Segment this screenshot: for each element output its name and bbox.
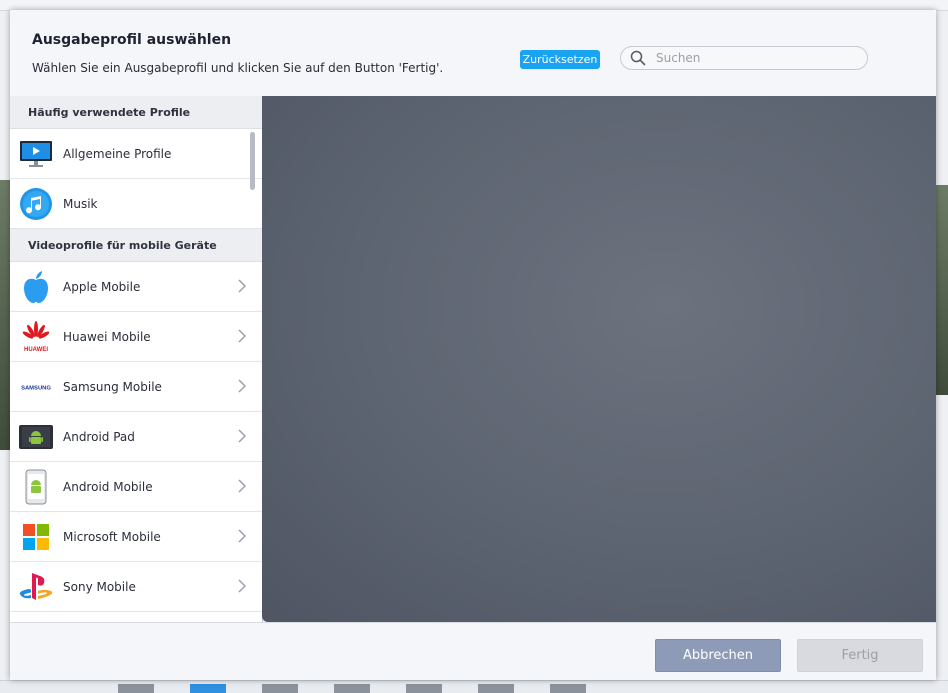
profile-item-huawei[interactable]: HUAWEI Huawei Mobile [10, 312, 262, 362]
profile-item-general[interactable]: Allgemeine Profile [10, 129, 262, 179]
profile-item-music[interactable]: Musik [10, 179, 262, 229]
chevron-right-icon [238, 279, 246, 293]
profile-item-label: Apple Mobile [63, 279, 141, 294]
profile-item-android-mobile[interactable]: Android Mobile [10, 462, 262, 512]
search-icon [630, 50, 646, 66]
cancel-button[interactable]: Abbrechen [655, 639, 781, 672]
microsoft-logo-icon [18, 519, 54, 555]
profile-item-android-pad[interactable]: Android Pad [10, 412, 262, 462]
profile-item-label: Android Pad [63, 429, 135, 444]
profile-list[interactable]: Häufig verwendete Profile Allgemeine Pro… [10, 96, 263, 622]
section-header-mobile: Videoprofile für mobile Geräte [10, 229, 262, 262]
profile-item-samsung[interactable]: SAMSUNG Samsung Mobile [10, 362, 262, 412]
profile-preview-area [262, 96, 936, 622]
music-note-icon [18, 186, 54, 222]
android-pad-icon [18, 419, 54, 455]
profile-item-label: Musik [63, 196, 98, 211]
samsung-logo-icon: SAMSUNG [18, 369, 54, 405]
list-scrollbar[interactable] [250, 132, 255, 190]
dialog-subtitle: Wählen Sie ein Ausgabeprofil und klicken… [32, 61, 444, 75]
dialog-header: Ausgabeprofil auswählen Wählen Sie ein A… [10, 10, 936, 97]
profile-item-label: Sony Mobile [63, 579, 136, 594]
done-button[interactable]: Fertig [797, 639, 923, 672]
section-header-frequent: Häufig verwendete Profile [10, 96, 262, 129]
dialog-title: Ausgabeprofil auswählen [32, 32, 232, 48]
background-thumbnail-right [936, 185, 948, 395]
chevron-right-icon [238, 529, 246, 543]
profile-item-label: Samsung Mobile [63, 379, 162, 394]
monitor-play-icon [18, 136, 54, 172]
background-thumbnail-left [0, 180, 10, 450]
profile-item-label: Microsoft Mobile [63, 529, 161, 544]
profile-item-label: Allgemeine Profile [63, 146, 172, 161]
chevron-right-icon [238, 429, 246, 443]
reset-button[interactable]: Zurücksetzen [520, 50, 600, 69]
search-input[interactable] [654, 50, 858, 66]
playstation-logo-icon [18, 569, 54, 605]
chevron-right-icon [238, 329, 246, 343]
profile-item-label: Huawei Mobile [63, 329, 151, 344]
profile-item-apple[interactable]: Apple Mobile [10, 262, 262, 312]
chevron-right-icon [238, 479, 246, 493]
chevron-right-icon [238, 579, 246, 593]
output-profile-dialog: Ausgabeprofil auswählen Wählen Sie ein A… [10, 10, 936, 680]
svg-text:HUAWEI: HUAWEI [24, 347, 48, 353]
search-box[interactable] [620, 46, 868, 70]
svg-text:SAMSUNG: SAMSUNG [21, 385, 51, 391]
profile-item-microsoft[interactable]: Microsoft Mobile [10, 512, 262, 562]
apple-logo-icon [18, 269, 54, 305]
huawei-logo-icon: HUAWEI [18, 319, 54, 355]
profile-item-sony[interactable]: Sony Mobile [10, 562, 262, 612]
android-phone-icon [18, 469, 54, 505]
chevron-right-icon [238, 379, 246, 393]
dialog-footer: Abbrechen Fertig [10, 622, 936, 681]
profile-item-label: Android Mobile [63, 479, 153, 494]
background-timeline [0, 680, 948, 693]
